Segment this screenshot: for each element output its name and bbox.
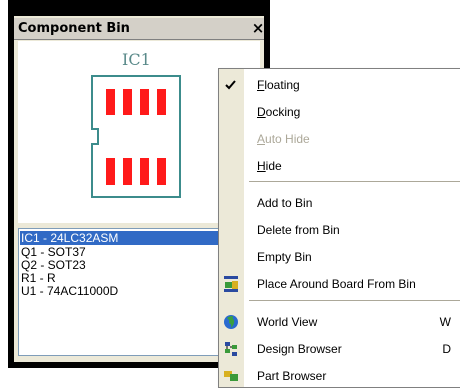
ic-pad: [123, 89, 132, 115]
menu-item-delete-from-bin[interactable]: Delete from Bin: [219, 218, 460, 242]
menu-item-hide[interactable]: Hide: [219, 154, 460, 178]
ic-pad: [157, 158, 166, 185]
design-browser-icon: [223, 341, 239, 357]
place-around-board-icon: [223, 276, 239, 292]
checkmark-icon: [223, 77, 239, 93]
world-view-shortcut: W: [439, 315, 451, 329]
ic-pad: [157, 89, 166, 115]
add-to-bin-label: Add to Bin: [257, 196, 313, 210]
auto-hide-mnemonic: A: [257, 132, 266, 146]
ic-pad: [140, 158, 149, 185]
design-browser-label: Design Browser: [257, 342, 342, 356]
menu-item-docking[interactable]: Docking: [219, 100, 460, 124]
floating-label: loating: [264, 78, 300, 92]
globe-icon: [223, 314, 239, 330]
menu-item-place-around-board[interactable]: Place Around Board From Bin: [219, 272, 460, 296]
delete-from-bin-label: Delete from Bin: [257, 223, 340, 237]
auto-hide-label: uto Hide: [265, 132, 310, 146]
ic-pad: [106, 158, 115, 185]
empty-bin-label: Empty Bin: [257, 250, 312, 264]
docking-mnemonic: D: [257, 105, 266, 119]
hide-mnemonic: H: [257, 159, 266, 173]
close-icon[interactable]: ×: [250, 19, 266, 37]
world-view-label: World View: [257, 315, 318, 329]
ic-pad: [106, 89, 115, 115]
ic-pad: [140, 89, 149, 115]
docking-label: ocking: [265, 105, 301, 119]
hide-label: ide: [265, 159, 282, 173]
menu-item-floating[interactable]: Floating: [219, 73, 460, 97]
ic-pad: [123, 158, 132, 185]
component-bin-title: Component Bin: [18, 21, 130, 36]
menu-item-auto-hide[interactable]: Auto Hide: [219, 127, 460, 151]
menu-item-empty-bin[interactable]: Empty Bin: [219, 245, 460, 269]
menu-item-world-view[interactable]: World View W: [219, 310, 460, 334]
menu-separator: [249, 181, 460, 182]
part-browser-icon: [223, 368, 239, 384]
ic-outline: [91, 75, 181, 198]
design-browser-shortcut: D: [442, 342, 451, 356]
menu-item-part-browser[interactable]: Part Browser: [219, 364, 460, 388]
place-around-board-label: Place Around Board From Bin: [257, 277, 416, 291]
component-bin-titlebar[interactable]: Component Bin ×: [14, 18, 264, 40]
menu-item-design-browser[interactable]: Design Browser D: [219, 337, 460, 361]
menu-separator: [249, 300, 460, 301]
menu-item-add-to-bin[interactable]: Add to Bin: [219, 191, 460, 215]
context-menu: Floating Docking Auto Hide Hide Add to B…: [218, 68, 460, 388]
